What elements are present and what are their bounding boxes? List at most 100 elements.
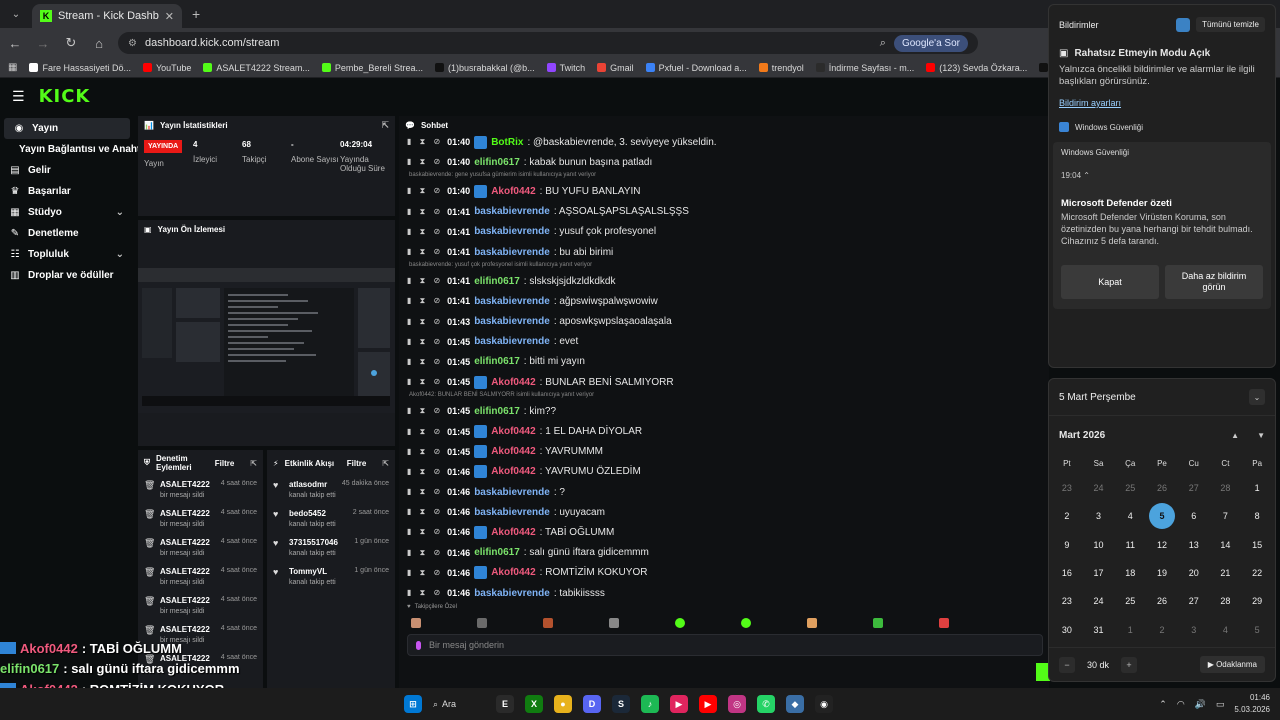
new-tab-icon[interactable]: + [192,6,200,22]
calendar-day[interactable]: 14 [1210,531,1242,559]
chat-message[interactable]: ▮ ⧗ ⊘ 01:41 baskabievrende: AŞSOALŞAPSLAŞA… [407,202,1037,222]
bookmark-item[interactable]: Fare Hassasiyeti Dö... [29,63,131,73]
next-month-icon[interactable]: ▼ [1257,431,1265,440]
log-user[interactable]: ASALET4222 [160,480,215,489]
message-username[interactable]: Akof0442 [491,466,535,477]
obs-icon[interactable]: ◉ [815,695,833,713]
message-username[interactable]: baskabievrende [474,316,550,327]
bookmark-item[interactable]: trendyol [758,63,804,73]
activity-user[interactable]: 37315517046 [289,538,348,547]
taskbar-clock[interactable]: 01:46 5.03.2026 [1234,692,1270,716]
chat-message[interactable]: ▮ ⧗ ⊘ 01:41 baskabievrende: bu abi birimi [407,242,1037,262]
message-username[interactable]: baskabievrende [474,588,550,599]
message-username[interactable]: elifin0617 [474,406,520,417]
bookmark-item[interactable]: (1)busrabakkal (@b... [434,63,535,73]
tab-close-icon[interactable]: ✕ [165,10,174,23]
calendar-day[interactable]: 26 [1146,587,1178,615]
calendar-day[interactable]: 22 [1241,559,1273,587]
volume-icon[interactable]: 🔊 [1195,699,1206,710]
apps-grid-icon[interactable]: ▦ [8,62,17,73]
message-username[interactable]: Akof0442 [491,527,535,538]
mod-actions-icon[interactable]: ▮ ⧗ ⊘ [407,227,443,237]
chat-message[interactable]: ▮ ⧗ ⊘ 01:46 baskabievrende: ? [407,482,1037,502]
calendar-day[interactable]: 26 [1146,474,1178,502]
chat-message[interactable]: ▮ ⧗ ⊘ 01:40 elifin0617: kabak bunun başına… [407,152,1037,172]
sidebar-item[interactable]: ♛ Başarılar [0,181,134,202]
calendar-day[interactable]: 27 [1178,474,1210,502]
bookmark-item[interactable]: Pxfuel - Download a... [645,63,747,73]
message-username[interactable]: baskabievrende [474,206,550,217]
chat-message[interactable]: ▮ ⧗ ⊘ 01:46 elifin0617: salı günü iftara g… [407,543,1037,563]
media-icon[interactable]: ▶ [670,695,688,713]
mod-actions-icon[interactable]: ▮ ⧗ ⊘ [407,377,443,387]
calendar-day-today[interactable]: 5 [1146,502,1178,530]
message-username[interactable]: baskabievrende [474,507,550,518]
activity-user[interactable]: atlasodmr [289,480,336,489]
wifi-icon[interactable]: ◠ [1177,699,1185,710]
calendar-day[interactable]: 23 [1051,587,1083,615]
calendar-month[interactable]: Mart 2026 [1059,430,1105,441]
emote-icon[interactable] [939,618,949,628]
emote-icon[interactable] [609,618,619,628]
activity-user[interactable]: TommyVL [289,567,348,576]
calendar-day[interactable]: 13 [1178,531,1210,559]
mod-actions-icon[interactable]: ▮ ⧗ ⊘ [407,527,443,537]
url-field[interactable]: ⚙ dashboard.kick.com/stream ⌕ Google'a S… [118,32,978,54]
clear-all-button[interactable]: Tümünü temizle [1196,17,1265,32]
bookmark-item[interactable]: ASALET4222 Stream... [203,63,310,73]
message-username[interactable]: baskabievrende [474,296,550,307]
calendar-day[interactable]: 19 [1146,559,1178,587]
mod-actions-icon[interactable]: ▮ ⧗ ⊘ [407,317,443,327]
emote-icon[interactable] [873,618,883,628]
message-username[interactable]: baskabievrende [474,487,550,498]
mod-actions-icon[interactable]: ▮ ⧗ ⊘ [407,507,443,517]
windows-start-icon[interactable]: ⊞ [404,695,422,713]
calendar-day[interactable]: 2 [1146,615,1178,643]
chat-message[interactable]: ▮ ⧗ ⊘ 01:43 baskabievrende: aposwkşwpslaşa… [407,312,1037,332]
mod-actions-icon[interactable]: ▮ ⧗ ⊘ [407,247,443,257]
chat-message[interactable]: ▮ ⧗ ⊘ 01:46 baskabievrende: uyuyacam [407,502,1037,522]
mod-actions-icon[interactable]: ▮ ⧗ ⊘ [407,487,443,497]
popout-icon[interactable]: ⇱ [381,120,389,131]
calendar-day[interactable]: 24 [1083,474,1115,502]
focus-button[interactable]: ▶ Odaklanma [1199,656,1265,673]
sidebar-item[interactable]: ▤ Gelir [0,160,134,181]
chat-message[interactable]: ▮ ⧗ ⊘ 01:45 Akof0442: BUNLAR BENİ SALMIYOR… [407,372,1037,392]
forward-icon[interactable]: → [34,36,52,51]
chat-message[interactable]: ▮ ⧗ ⊘ 01:41 baskabievrende: yusuf çok prof… [407,222,1037,242]
chevron-down-icon[interactable]: ⌄ [116,207,124,218]
battery-icon[interactable]: ▭ [1216,699,1225,710]
calendar-day[interactable]: 28 [1210,587,1242,615]
message-username[interactable]: BotRix [491,137,523,148]
chat-message[interactable]: ▮ ⧗ ⊘ 01:45 Akof0442: 1 EL DAHA DİYOLAR [407,421,1037,441]
message-username[interactable]: Akof0442 [491,377,535,388]
calendar-day[interactable]: 21 [1210,559,1242,587]
chat-input[interactable]: Bir mesaj gönderin [407,634,1043,656]
notification-settings-link[interactable]: Bildirim ayarları [1059,98,1265,108]
calendar-day[interactable]: 3 [1083,502,1115,530]
sidebar-item[interactable]: Yayın Bağlantısı ve Anahtarı [0,139,153,160]
chat-message[interactable]: ▮ ⧗ ⊘ 01:41 baskabievrende: ağpswiwşpalwşw… [407,291,1037,311]
instagram-icon[interactable]: ◎ [728,695,746,713]
emote-icon[interactable] [741,618,751,628]
log-user[interactable]: ASALET4222 [160,509,215,518]
calendar-day[interactable]: 28 [1210,474,1242,502]
mod-actions-icon[interactable]: ▮ ⧗ ⊘ [407,406,443,416]
calendar-day[interactable]: 25 [1114,474,1146,502]
calendar-day[interactable]: 8 [1241,502,1273,530]
calendar-day[interactable]: 20 [1178,559,1210,587]
calendar-day[interactable]: 1 [1114,615,1146,643]
zoom-icon[interactable]: ⌕ [880,37,886,50]
calendar-day[interactable]: 4 [1114,502,1146,530]
calendar-day[interactable]: 16 [1051,559,1083,587]
chat-message[interactable]: ▮ ⧗ ⊘ 01:45 baskabievrende: evet [407,332,1037,352]
bookmark-item[interactable]: (123) Sevda Özkara... [926,63,1027,73]
bookmark-item[interactable]: Pembe_Bereli Strea... [321,63,423,73]
browser-tab[interactable]: K Stream - Kick Dashboard ✕ [32,4,182,28]
emote-icon[interactable] [411,618,421,628]
app-icon[interactable]: ◆ [786,695,804,713]
chat-message[interactable]: ▮ ⧗ ⊘ 01:40 BotRix: @baskabievrende, 3. se… [407,132,1037,152]
chat-message[interactable]: ▮ ⧗ ⊘ 01:46 Akof0442: ROMTİZİM KOKUYOR [407,563,1037,583]
log-user[interactable]: ASALET4222 [160,596,215,605]
calendar-day[interactable]: 5 [1241,615,1273,643]
